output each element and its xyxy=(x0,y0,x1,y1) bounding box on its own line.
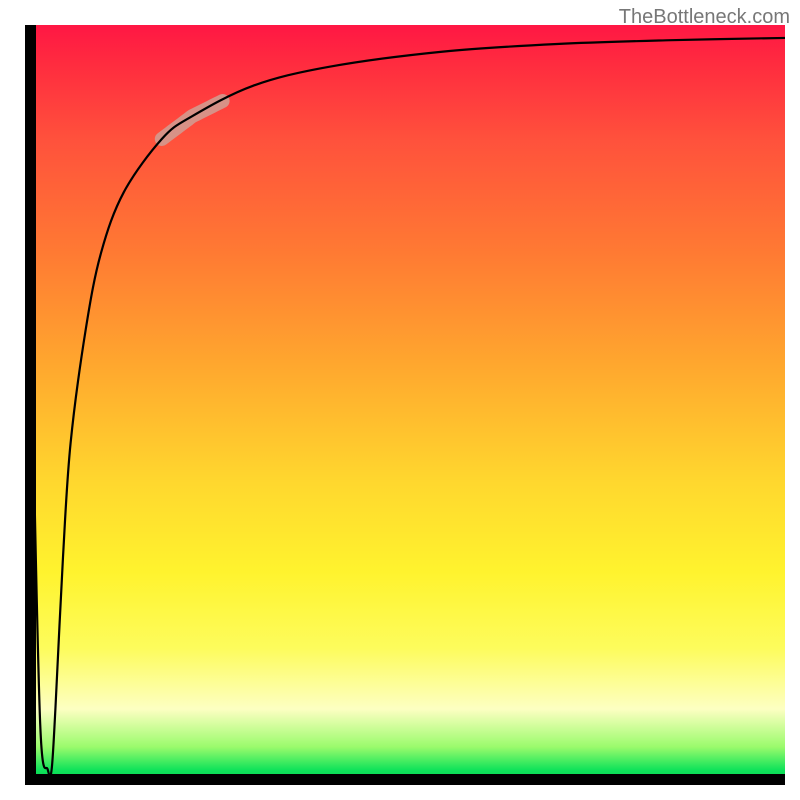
highlight-segment xyxy=(162,101,223,139)
watermark-text: TheBottleneck.com xyxy=(619,6,790,29)
bottleneck-curve xyxy=(25,26,785,777)
chart-plot-area xyxy=(25,25,785,785)
chart-svg xyxy=(25,25,785,785)
y-axis xyxy=(25,25,36,785)
x-axis xyxy=(25,774,785,785)
